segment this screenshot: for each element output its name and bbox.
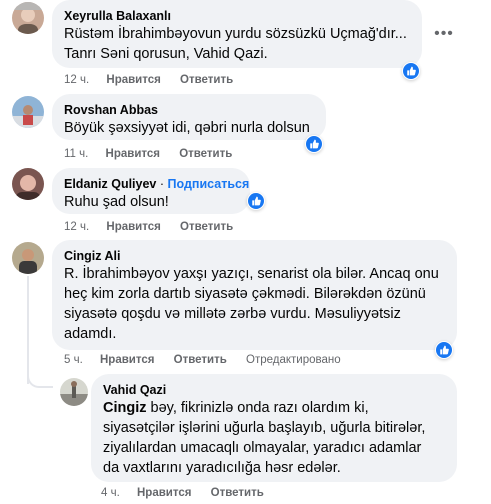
avatar[interactable] xyxy=(12,2,44,34)
comment-time[interactable]: 5 ч. xyxy=(64,354,83,366)
reply-button[interactable]: Ответить xyxy=(180,221,233,233)
comment-author[interactable]: Cingiz Ali xyxy=(64,248,445,264)
comment-text-line: Rüstəm İbrahimbəyovun yurdu sözsüzkü Uçm… xyxy=(64,26,407,42)
reply-button[interactable]: Ответить xyxy=(211,487,264,499)
reply-button[interactable]: Ответить xyxy=(174,354,227,366)
comment-actions: 5 ч. Нравится Ответить Отредактировано xyxy=(64,354,341,366)
comment-actions: 4 ч. Нравится Ответить xyxy=(101,487,280,499)
comment-text-line: adamdı. xyxy=(64,326,117,342)
comment-text-line: Böyük şəxsiyyət idi, qəbri nurla dolsun xyxy=(64,120,310,136)
comment-time[interactable]: 4 ч. xyxy=(101,487,120,499)
like-reaction-badge[interactable] xyxy=(247,192,265,210)
comment-author[interactable]: Xeyrulla Balaxanlı xyxy=(64,8,410,24)
like-button[interactable]: Нравится xyxy=(137,487,191,499)
like-button[interactable]: Нравится xyxy=(106,148,160,160)
comment-text-line: da vaxtlarını yaradıcılığa həsr edələr. xyxy=(103,460,341,476)
comment-text-line: Tanrı Səni qorusun, Vahid Qazi. xyxy=(64,46,268,62)
comment-bubble: Rovshan Abbas Böyük şəxsiyyət idi, qəbri… xyxy=(52,94,326,140)
comment-author[interactable]: Rovshan Abbas xyxy=(64,102,314,118)
thumbs-up-icon xyxy=(407,66,416,76)
comment-actions: 11 ч. Нравится Ответить xyxy=(64,148,248,160)
reply-button[interactable]: Ответить xyxy=(180,74,233,86)
thumbs-up-icon xyxy=(252,196,261,206)
comment-bubble: Vahid Qazi Cingiz bəy, fikrinizlə onda r… xyxy=(91,374,457,482)
like-button[interactable]: Нравится xyxy=(100,354,154,366)
more-icon: ••• xyxy=(434,25,454,42)
comment-author[interactable]: Vahid Qazi xyxy=(103,382,445,398)
comment-time[interactable]: 12 ч. xyxy=(64,74,89,86)
like-reaction-badge[interactable] xyxy=(305,135,323,153)
thread-connector-curve xyxy=(27,368,53,388)
comment-time[interactable]: 11 ч. xyxy=(64,148,88,160)
comment-author-row: Eldaniz Quliyev · Подписаться xyxy=(64,177,250,191)
like-button[interactable]: Нравится xyxy=(106,221,160,233)
comment-text-line: ziyalılardan umacaqlı olmayalar, yaradıc… xyxy=(103,440,422,456)
more-options-button[interactable]: ••• xyxy=(430,20,458,48)
comment-text-line: Ruhu şad olsun! xyxy=(64,194,169,210)
edited-label: Отредактировано xyxy=(246,354,341,366)
comment-text-line: heç kim zorla dartıb siyasətə çəkmədi. B… xyxy=(64,286,426,302)
comment-text-line: siyasətçilər işlərini uğurla başlayıb, u… xyxy=(103,420,426,436)
comment-text-line: siyasətə qoşdu və millətə zərbə vurdu. M… xyxy=(64,306,401,322)
comment-time[interactable]: 12 ч. xyxy=(64,221,89,233)
comment-text-line: R. İbrahimbəyov yaxşı yazıçı, senarist o… xyxy=(64,266,439,282)
comment-bubble: Xeyrulla Balaxanlı Rüstəm İbrahimbəyovun… xyxy=(52,0,422,68)
like-button[interactable]: Нравится xyxy=(106,74,160,86)
comment-actions: 12 ч. Нравится Ответить xyxy=(64,221,249,233)
avatar[interactable] xyxy=(12,168,44,200)
avatar[interactable] xyxy=(12,96,44,128)
comment-text-fragment: bəy, fikrinizlə onda razı olardım ki, xyxy=(146,400,369,416)
comment-text-line: Cingiz bəy, fikrinizlə onda razı olardım… xyxy=(103,398,445,418)
thumbs-up-icon xyxy=(310,139,319,149)
like-reaction-badge[interactable] xyxy=(435,341,453,359)
comment-author[interactable]: Eldaniz Quliyev xyxy=(64,177,156,191)
thumbs-up-icon xyxy=(440,345,449,355)
comment-actions: 12 ч. Нравится Ответить xyxy=(64,74,249,86)
subscribe-link[interactable]: Подписаться xyxy=(168,177,250,191)
comment-bubble: Cingiz Ali R. İbrahimbəyov yaxşı yazıçı,… xyxy=(52,240,457,350)
avatar[interactable] xyxy=(12,242,44,274)
avatar[interactable] xyxy=(60,378,88,406)
reply-button[interactable]: Ответить xyxy=(179,148,232,160)
mention-link[interactable]: Cingiz xyxy=(103,400,147,416)
comment-bubble: Eldaniz Quliyev · Подписаться Ruhu şad o… xyxy=(52,168,250,214)
like-reaction-badge[interactable] xyxy=(402,62,420,80)
